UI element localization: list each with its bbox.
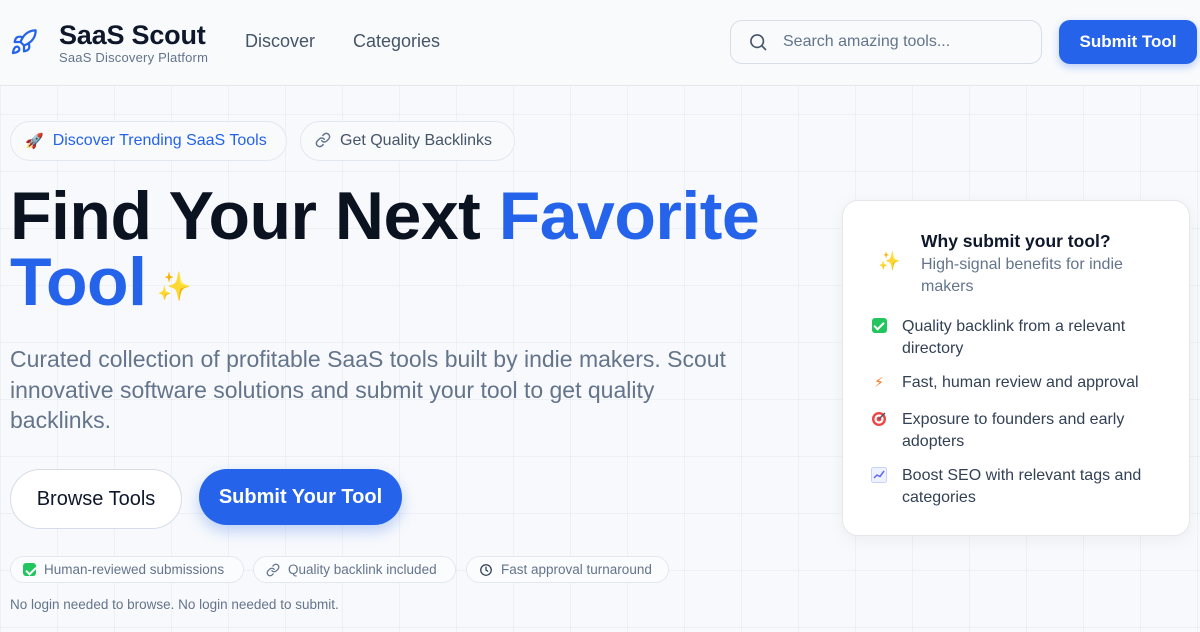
- hero-title-accent-1: Favorite: [498, 178, 760, 254]
- benefit-text: Quality backlink from a relevant directo…: [902, 318, 1126, 357]
- submit-tool-button[interactable]: Submit Tool: [1059, 20, 1197, 64]
- link-icon: [266, 563, 280, 576]
- chip-fast-approval: Fast approval turnaround: [466, 556, 669, 583]
- pill-backlinks-label: Get Quality Backlinks: [340, 132, 493, 149]
- lightning-icon: ⚡: [874, 374, 884, 390]
- card-title: Why submit your tool?: [921, 231, 1111, 251]
- pill-trending-label: Discover Trending SaaS Tools: [52, 132, 267, 149]
- hero-title: Find Your Next Favorite Tool ✨: [10, 182, 830, 320]
- chip-backlink: Quality backlink included: [253, 556, 456, 583]
- link-icon: [315, 132, 331, 151]
- chip-label: Human-reviewed submissions: [44, 562, 225, 577]
- rocket-logo-icon[interactable]: [10, 28, 38, 56]
- card-subtitle: High-signal benefits for indie makers: [921, 256, 1123, 295]
- top-nav: SaaS Scout SaaS Discovery Platform Disco…: [0, 0, 1200, 86]
- chip-human-reviewed: Human-reviewed submissions: [10, 556, 244, 583]
- chart-icon: [871, 467, 887, 483]
- check-icon: [23, 563, 36, 576]
- clock-icon: [480, 563, 492, 576]
- check-icon: [871, 318, 887, 334]
- benefit-text: Fast, human review and approval: [902, 374, 1139, 391]
- nav-categories[interactable]: Categories: [353, 31, 440, 52]
- target-icon: [871, 411, 887, 427]
- pill-trending[interactable]: 🚀 Discover Trending SaaS Tools: [10, 121, 287, 161]
- search-box[interactable]: [730, 20, 1042, 64]
- hero-description: Curated collection of profitable SaaS to…: [10, 346, 726, 433]
- chip-label: Quality backlink included: [288, 562, 437, 577]
- benefit-text: Boost SEO with relevant tags and categor…: [902, 467, 1142, 506]
- sparkles-icon: ✨: [156, 271, 191, 303]
- search-icon: [750, 34, 767, 51]
- search-input[interactable]: [783, 31, 1023, 53]
- pill-backlinks[interactable]: Get Quality Backlinks: [300, 121, 515, 161]
- brand-tagline: SaaS Discovery Platform: [59, 50, 209, 65]
- browse-tools-button[interactable]: Browse Tools: [10, 469, 182, 529]
- chip-label: Fast approval turnaround: [501, 562, 652, 577]
- why-submit-card: ✨ Why submit your tool? High-signal bene…: [842, 200, 1190, 536]
- rocket-icon: 🚀: [25, 132, 44, 150]
- login-note: No login needed to browse. No login need…: [10, 597, 339, 612]
- benefit-text: Exposure to founders and early adopters: [902, 411, 1125, 450]
- sparkles-icon: ✨: [878, 251, 901, 271]
- hero-title-accent-2: Tool: [10, 244, 147, 320]
- hero-title-main: Find Your Next: [10, 178, 481, 254]
- nav-discover[interactable]: Discover: [245, 31, 315, 52]
- submit-your-tool-button[interactable]: Submit Your Tool: [199, 469, 402, 525]
- brand-name[interactable]: SaaS Scout: [59, 20, 206, 51]
